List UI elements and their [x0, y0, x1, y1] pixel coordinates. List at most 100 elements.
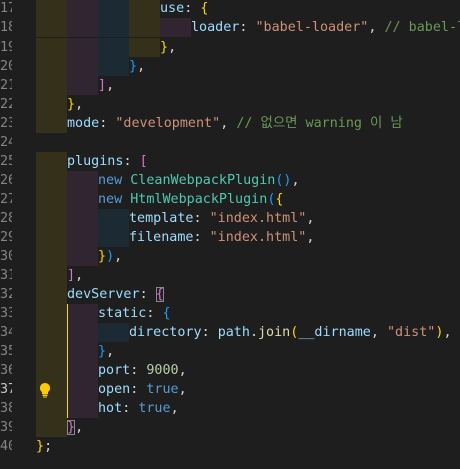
code-token: } — [129, 59, 138, 74]
code-token: , — [370, 325, 387, 340]
code-token: : — [193, 211, 210, 226]
indent-guide — [129, 38, 160, 57]
code-token: { — [155, 287, 164, 302]
line-number: 23 — [0, 116, 12, 131]
indent-guide — [98, 209, 129, 228]
code-line[interactable]: 36 port: 9000, — [0, 361, 460, 380]
indent-guide — [67, 399, 98, 418]
code-line[interactable]: 27 new HtmlWebpackPlugin({ — [0, 190, 460, 209]
code-line[interactable]: 20}, — [0, 57, 460, 76]
code-line[interactable]: 22}, — [0, 95, 460, 114]
code-text: }; — [36, 437, 52, 456]
code-token: ] — [67, 268, 76, 283]
code-token: : — [99, 116, 116, 131]
indent-guide — [67, 190, 98, 209]
code-token: "index.html" — [209, 230, 307, 245]
line-number: 21 — [0, 78, 12, 93]
indent-guide — [67, 0, 98, 18]
code-token: "index.html" — [209, 211, 307, 226]
code-line[interactable]: 21], — [0, 76, 460, 95]
code-token: , — [368, 20, 385, 35]
code-token: : — [130, 363, 147, 378]
code-token: } — [67, 420, 76, 435]
code-token: } — [98, 249, 107, 264]
indent-guide — [129, 18, 160, 37]
code-line[interactable]: 40}; — [0, 437, 460, 456]
line-number: 19 — [0, 40, 12, 55]
code-line[interactable]: 17 use: { — [0, 0, 460, 18]
code-line[interactable]: 18 loader: "babel-loader", // babel-lo — [0, 18, 460, 37]
code-line[interactable]: 34 directory: path.join(__dirname, "dist"… — [0, 323, 460, 342]
code-text: ], — [67, 266, 83, 285]
code-line[interactable]: 33 static: { — [0, 304, 460, 323]
code-line[interactable]: 23 mode: "development", // 없으면 warning 이 … — [0, 114, 460, 133]
code-line[interactable]: 32 devServer: { — [0, 285, 460, 304]
indent-guide — [36, 38, 67, 57]
indent-guide — [67, 38, 98, 57]
line-number: 36 — [0, 363, 12, 378]
code-token: : — [130, 382, 147, 397]
code-line[interactable]: 24 — [0, 133, 460, 152]
code-line[interactable]: 19}, — [0, 38, 460, 57]
code-token: } — [67, 97, 76, 112]
code-line[interactable]: 26 new CleanWebpackPlugin(), — [0, 171, 460, 190]
code-line[interactable]: 35}, — [0, 342, 460, 361]
indent-guide — [67, 304, 98, 323]
code-line[interactable]: 38 hot: true, — [0, 399, 460, 418]
line-number: 34 — [0, 325, 12, 340]
code-text: filename: "index.html", — [129, 228, 314, 247]
indent-guide — [36, 0, 67, 18]
line-number: 22 — [0, 97, 12, 112]
code-token: , — [306, 230, 315, 245]
line-number: 18 — [0, 20, 12, 35]
line-number: 31 — [0, 268, 12, 283]
code-token: : — [184, 1, 201, 16]
code-token: hot — [98, 401, 123, 416]
indent-guide — [67, 361, 98, 380]
indent-guide — [36, 323, 67, 342]
code-token: , — [106, 344, 115, 359]
code-text: hot: true, — [98, 399, 179, 418]
code-line[interactable]: 31], — [0, 266, 460, 285]
line-number: 25 — [0, 154, 12, 169]
code-line[interactable]: 39}, — [0, 418, 460, 437]
code-token: , — [168, 40, 177, 55]
code-token: , — [178, 363, 187, 378]
line-number: 38 — [0, 401, 12, 416]
code-token: , — [106, 78, 115, 93]
code-line[interactable]: 37 open: true, — [0, 380, 460, 399]
code-token: , — [114, 249, 123, 264]
code-token: } — [160, 40, 169, 55]
indent-guide — [67, 209, 98, 228]
lightbulb-icon[interactable] — [38, 382, 52, 398]
indent-guide — [36, 266, 67, 285]
line-number: 24 — [0, 135, 12, 150]
indent-guide — [67, 323, 98, 342]
line-number: 29 — [0, 230, 12, 245]
indent-guide — [98, 38, 129, 57]
code-token: , — [291, 173, 300, 188]
code-text: ], — [98, 76, 114, 95]
indent-guide — [36, 152, 67, 171]
line-number: 26 — [0, 173, 12, 188]
code-token: devServer — [67, 287, 140, 302]
line-number: 39 — [0, 420, 12, 435]
indent-guide — [36, 228, 67, 247]
code-text: template: "index.html", — [129, 209, 314, 228]
code-text: loader: "babel-loader", // babel-lo — [191, 18, 460, 37]
code-token: // 없으면 warning 이 남 — [236, 116, 403, 131]
code-line[interactable]: 28 template: "index.html", — [0, 209, 460, 228]
code-text: port: 9000, — [98, 361, 187, 380]
code-token: directory — [129, 325, 202, 340]
code-editor[interactable]: 17use: { 18 loader: "babel-loader", // bab… — [0, 0, 460, 469]
code-line[interactable]: 29 filename: "index.html", — [0, 228, 460, 247]
code-token: , — [137, 59, 146, 74]
code-token: "babel-loader" — [255, 20, 369, 35]
indent-guide — [67, 57, 98, 76]
code-token: new — [98, 173, 131, 188]
code-line[interactable]: 30}), — [0, 247, 460, 266]
code-line[interactable]: 25 plugins: [ — [0, 152, 460, 171]
indent-guide — [98, 57, 129, 76]
code-token: { — [275, 192, 284, 207]
code-token: , — [75, 268, 84, 283]
